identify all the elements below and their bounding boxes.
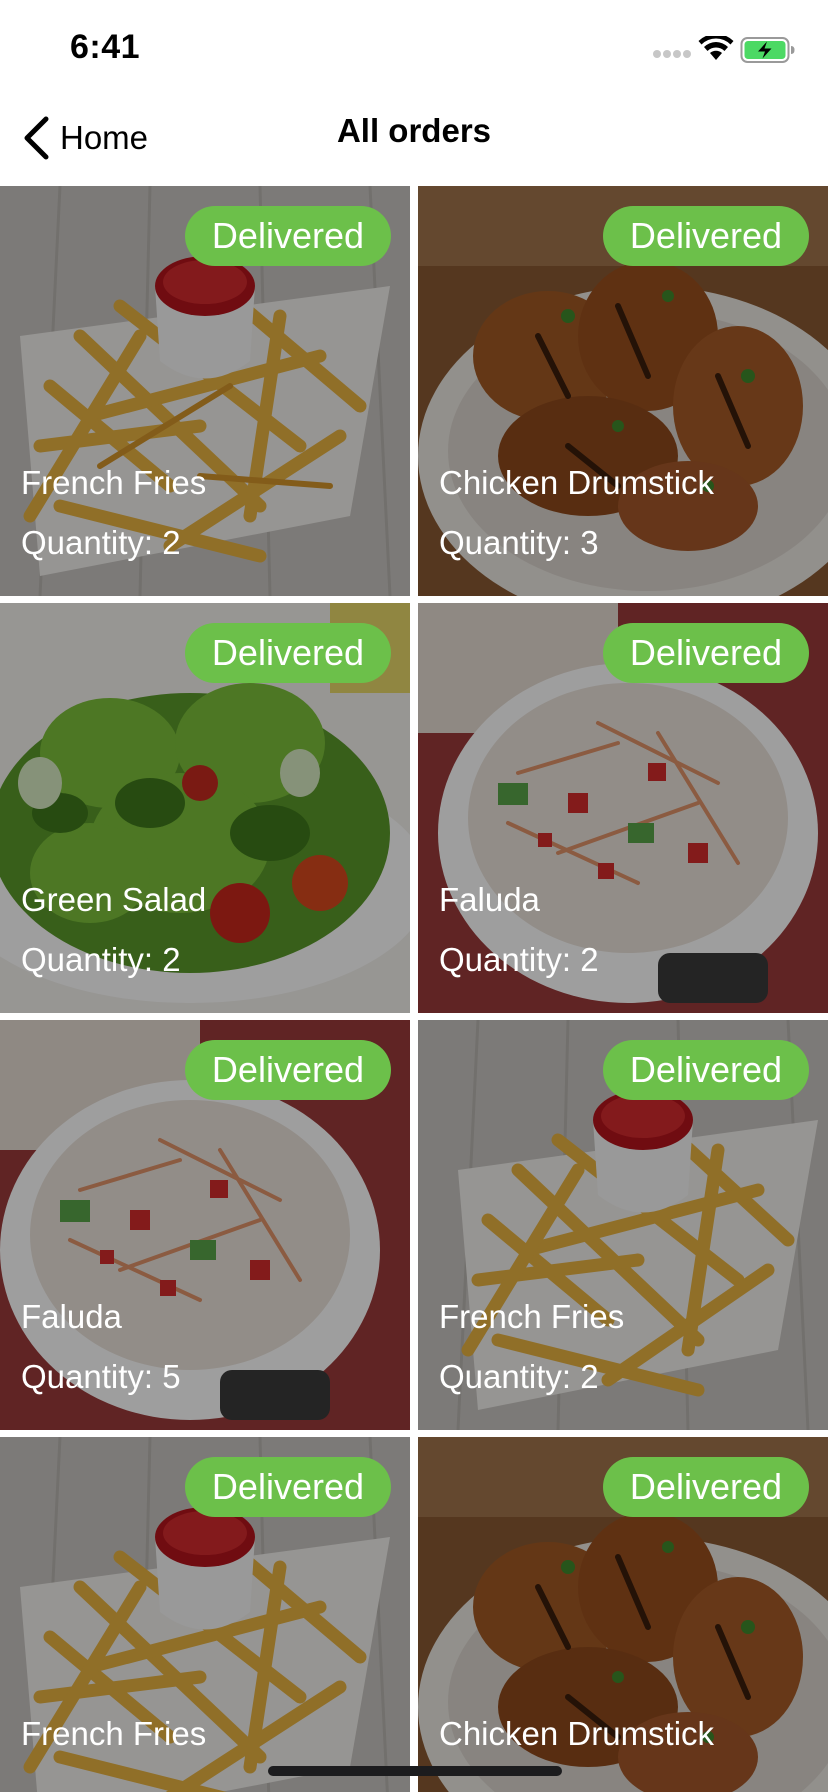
item-name: Chicken Drumstick — [439, 464, 715, 501]
item-quantity: Quantity: 2 — [439, 1358, 599, 1395]
cellular-signal-icon — [653, 50, 691, 62]
order-card[interactable]: Delivered French Fries Quantity: 2 — [0, 186, 410, 596]
status-badge: Delivered — [602, 1457, 809, 1517]
order-card[interactable]: Delivered Chicken Drumstick — [418, 1437, 828, 1792]
item-quantity: Quantity: 3 — [439, 524, 599, 561]
item-name: Green Salad — [21, 881, 207, 918]
item-name: Faluda — [21, 1298, 122, 1335]
page-title: All orders — [336, 112, 492, 149]
item-quantity: Quantity: 2 — [21, 941, 181, 978]
status-badge: Delivered — [602, 1040, 809, 1100]
orders-grid: Delivered French Fries Quantity: 2 Deliv… — [0, 186, 828, 1792]
order-card[interactable]: Delivered French Fries — [0, 1437, 410, 1792]
item-name: French Fries — [21, 464, 207, 501]
status-badge: Delivered — [184, 1457, 391, 1517]
status-badge: Delivered — [602, 623, 809, 683]
item-quantity: Quantity: 2 — [439, 941, 599, 978]
status-badge: Delivered — [184, 623, 391, 683]
item-name: Chicken Drumstick — [439, 1715, 715, 1752]
wifi-icon — [698, 36, 734, 60]
order-card[interactable]: Delivered Chicken Drumstick Quantity: 3 — [418, 186, 828, 596]
status-bar: 6:41 — [0, 0, 828, 100]
status-badge: Delivered — [184, 1040, 391, 1100]
status-badge: Delivered — [602, 206, 809, 266]
item-name: French Fries — [439, 1298, 625, 1335]
navigation-bar: Home All orders — [0, 100, 828, 186]
item-name: Faluda — [439, 881, 540, 918]
status-time: 6:41 — [70, 28, 141, 66]
item-quantity: Quantity: 2 — [21, 524, 181, 561]
home-indicator — [268, 1766, 562, 1776]
battery-charging-icon — [740, 37, 795, 63]
order-card[interactable]: Delivered Faluda Quantity: 2 — [418, 603, 828, 1013]
status-badge: Delivered — [184, 206, 391, 266]
order-card[interactable]: Delivered Green Salad Quantity: 2 — [0, 603, 410, 1013]
item-quantity: Quantity: 5 — [21, 1358, 181, 1395]
order-card[interactable]: Delivered French Fries Quantity: 2 — [418, 1020, 828, 1430]
item-name: French Fries — [21, 1715, 207, 1752]
order-card[interactable]: Delivered Faluda Quantity: 5 — [0, 1020, 410, 1430]
